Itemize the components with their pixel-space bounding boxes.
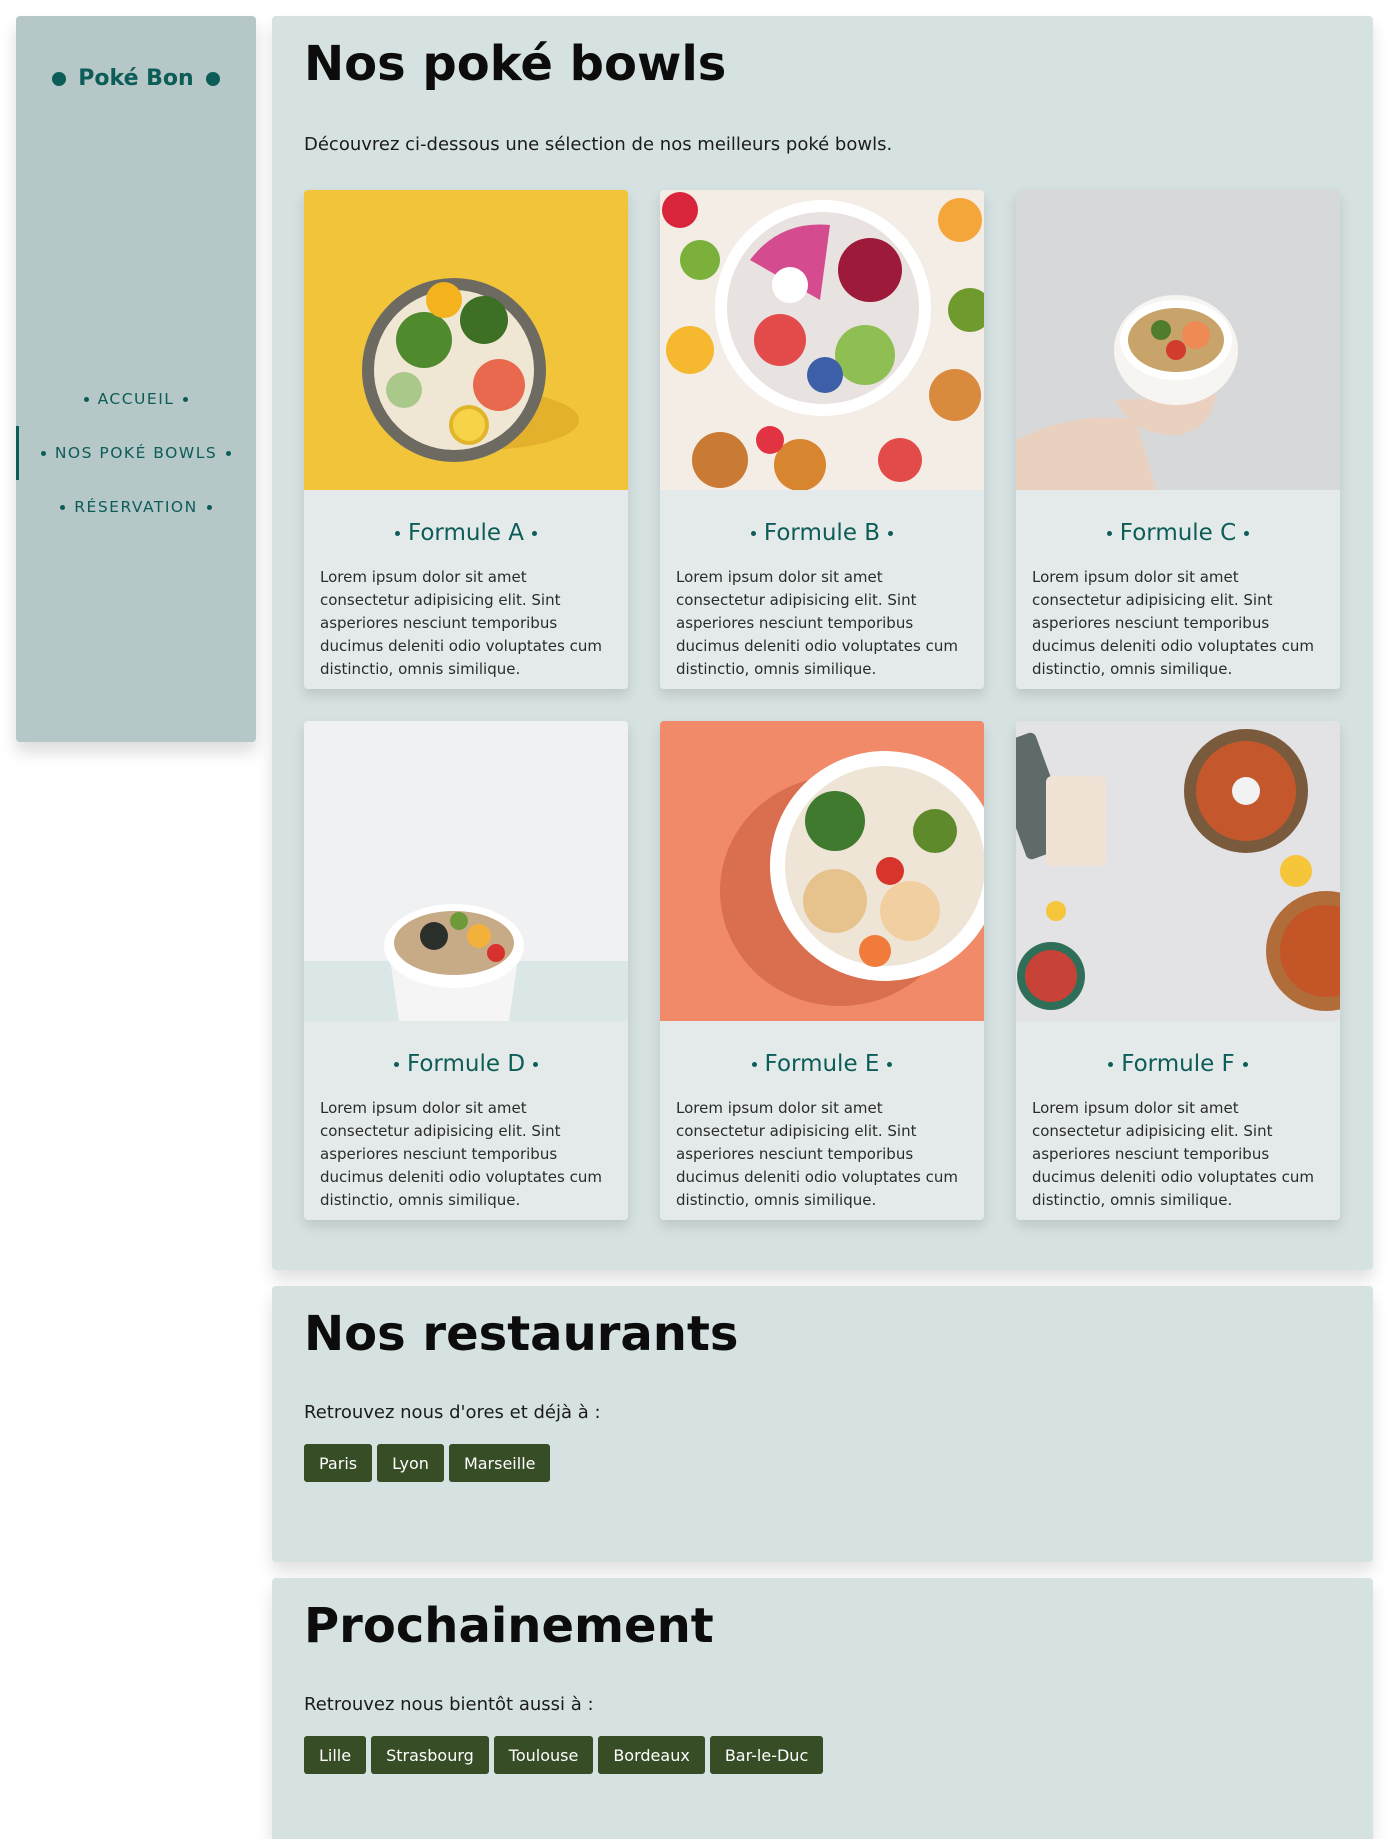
card-description: Lorem ipsum dolor sit amet consectetur a… xyxy=(676,568,958,678)
bullet-icon xyxy=(532,530,538,536)
nav-item-reservation[interactable]: RÉSERVATION xyxy=(16,480,256,534)
main-nav: ACCUEIL NOS POKÉ BOWLS RÉSERVATION xyxy=(16,372,256,534)
bullet-icon xyxy=(183,396,189,402)
bowl-card[interactable]: Formule E Lorem ipsum dolor sit amet con… xyxy=(660,721,984,1220)
bowl-photo xyxy=(1016,721,1340,1021)
card-title: Formule D xyxy=(304,1021,628,1097)
bullet-icon xyxy=(226,450,232,456)
bullet-icon xyxy=(1106,530,1112,536)
card-title-text: Formule E xyxy=(764,1051,880,1077)
card-description: Lorem ipsum dolor sit amet consectetur a… xyxy=(1032,1099,1314,1209)
brand-logo[interactable]: Poké Bon xyxy=(16,66,256,91)
bullet-icon xyxy=(750,530,756,536)
card-description: Lorem ipsum dolor sit amet consectetur a… xyxy=(1032,568,1314,678)
city-tag-toulouse[interactable]: Toulouse xyxy=(493,1736,594,1774)
nav-item-accueil[interactable]: ACCUEIL xyxy=(16,372,256,426)
restaurants-section: Nos restaurants Retrouvez nous d'ores et… xyxy=(272,1286,1373,1562)
city-tag-bordeaux[interactable]: Bordeaux xyxy=(598,1736,705,1774)
card-description: Lorem ipsum dolor sit amet consectetur a… xyxy=(320,1099,602,1209)
card-title-text: Formule F xyxy=(1121,1051,1235,1077)
brand-dot-icon xyxy=(52,71,67,86)
brand-name: Poké Bon xyxy=(78,66,194,91)
card-title: Formule A xyxy=(304,490,628,566)
bowl-photo xyxy=(660,190,984,490)
bullet-icon xyxy=(888,530,894,536)
bullet-icon xyxy=(394,530,400,536)
card-description: Lorem ipsum dolor sit amet consectetur a… xyxy=(320,568,602,678)
upcoming-section: Prochainement Retrouvez nous bientôt aus… xyxy=(272,1578,1373,1839)
bowl-card[interactable]: Formule C Lorem ipsum dolor sit amet con… xyxy=(1016,190,1340,689)
card-title-text: Formule D xyxy=(406,1051,526,1077)
nav-item-label: RÉSERVATION xyxy=(74,498,198,516)
card-title-text: Formule B xyxy=(763,520,881,546)
bowls-section: Nos poké bowls Découvrez ci-dessous une … xyxy=(272,16,1373,1270)
bowl-photo xyxy=(1016,190,1340,490)
bowl-card[interactable]: Formule F Lorem ipsum dolor sit amet con… xyxy=(1016,721,1340,1220)
bullet-icon xyxy=(206,504,212,510)
city-tag-paris[interactable]: Paris xyxy=(304,1444,373,1482)
bullet-icon xyxy=(83,396,89,402)
city-tag-strasbourg[interactable]: Strasbourg xyxy=(371,1736,489,1774)
upcoming-title: Prochainement xyxy=(304,1598,714,1654)
bullet-icon xyxy=(393,1061,399,1067)
city-tags: Paris Lyon Marseille xyxy=(304,1444,551,1482)
bullet-icon xyxy=(887,1061,893,1067)
city-tag-lille[interactable]: Lille xyxy=(304,1736,367,1774)
city-tag-bar-le-duc[interactable]: Bar-le-Duc xyxy=(709,1736,824,1774)
bowl-photo xyxy=(660,721,984,1021)
city-tags: Lille Strasbourg Toulouse Bordeaux Bar-l… xyxy=(304,1736,824,1774)
card-title: Formule B xyxy=(660,490,984,566)
bowls-grid: Formule A Lorem ipsum dolor sit amet con… xyxy=(304,190,1340,1220)
nav-item-label: ACCUEIL xyxy=(97,390,175,408)
bullet-icon xyxy=(1242,1061,1248,1067)
sidebar: Poké Bon ACCUEIL NOS POKÉ BOWLS RÉSERVAT… xyxy=(16,16,256,742)
bowls-intro: Découvrez ci-dessous une sélection de no… xyxy=(304,134,893,155)
card-title-text: Formule A xyxy=(407,520,525,546)
bullet-icon xyxy=(533,1061,539,1067)
card-title: Formule C xyxy=(1016,490,1340,566)
brand-dot-icon xyxy=(205,71,220,86)
bowl-photo xyxy=(304,721,628,1021)
bowls-title: Nos poké bowls xyxy=(304,36,727,92)
bowl-card[interactable]: Formule A Lorem ipsum dolor sit amet con… xyxy=(304,190,628,689)
card-description: Lorem ipsum dolor sit amet consectetur a… xyxy=(676,1099,958,1209)
bullet-icon xyxy=(60,504,66,510)
nav-item-nos-poke-bowls[interactable]: NOS POKÉ BOWLS xyxy=(16,426,256,480)
bullet-icon xyxy=(40,450,46,456)
city-tag-lyon[interactable]: Lyon xyxy=(377,1444,444,1482)
bullet-icon xyxy=(751,1061,757,1067)
restaurants-intro: Retrouvez nous d'ores et déjà à : xyxy=(304,1402,601,1423)
card-title-text: Formule C xyxy=(1119,520,1237,546)
bowl-card[interactable]: Formule B Lorem ipsum dolor sit amet con… xyxy=(660,190,984,689)
bowl-card[interactable]: Formule D Lorem ipsum dolor sit amet con… xyxy=(304,721,628,1220)
city-tag-marseille[interactable]: Marseille xyxy=(448,1444,551,1482)
nav-item-label: NOS POKÉ BOWLS xyxy=(54,444,218,462)
restaurants-title: Nos restaurants xyxy=(304,1306,739,1362)
bullet-icon xyxy=(1244,530,1250,536)
card-title: Formule E xyxy=(660,1021,984,1097)
bullet-icon xyxy=(1108,1061,1114,1067)
upcoming-intro: Retrouvez nous bientôt aussi à : xyxy=(304,1694,594,1715)
bowl-photo xyxy=(304,190,628,490)
card-title: Formule F xyxy=(1016,1021,1340,1097)
